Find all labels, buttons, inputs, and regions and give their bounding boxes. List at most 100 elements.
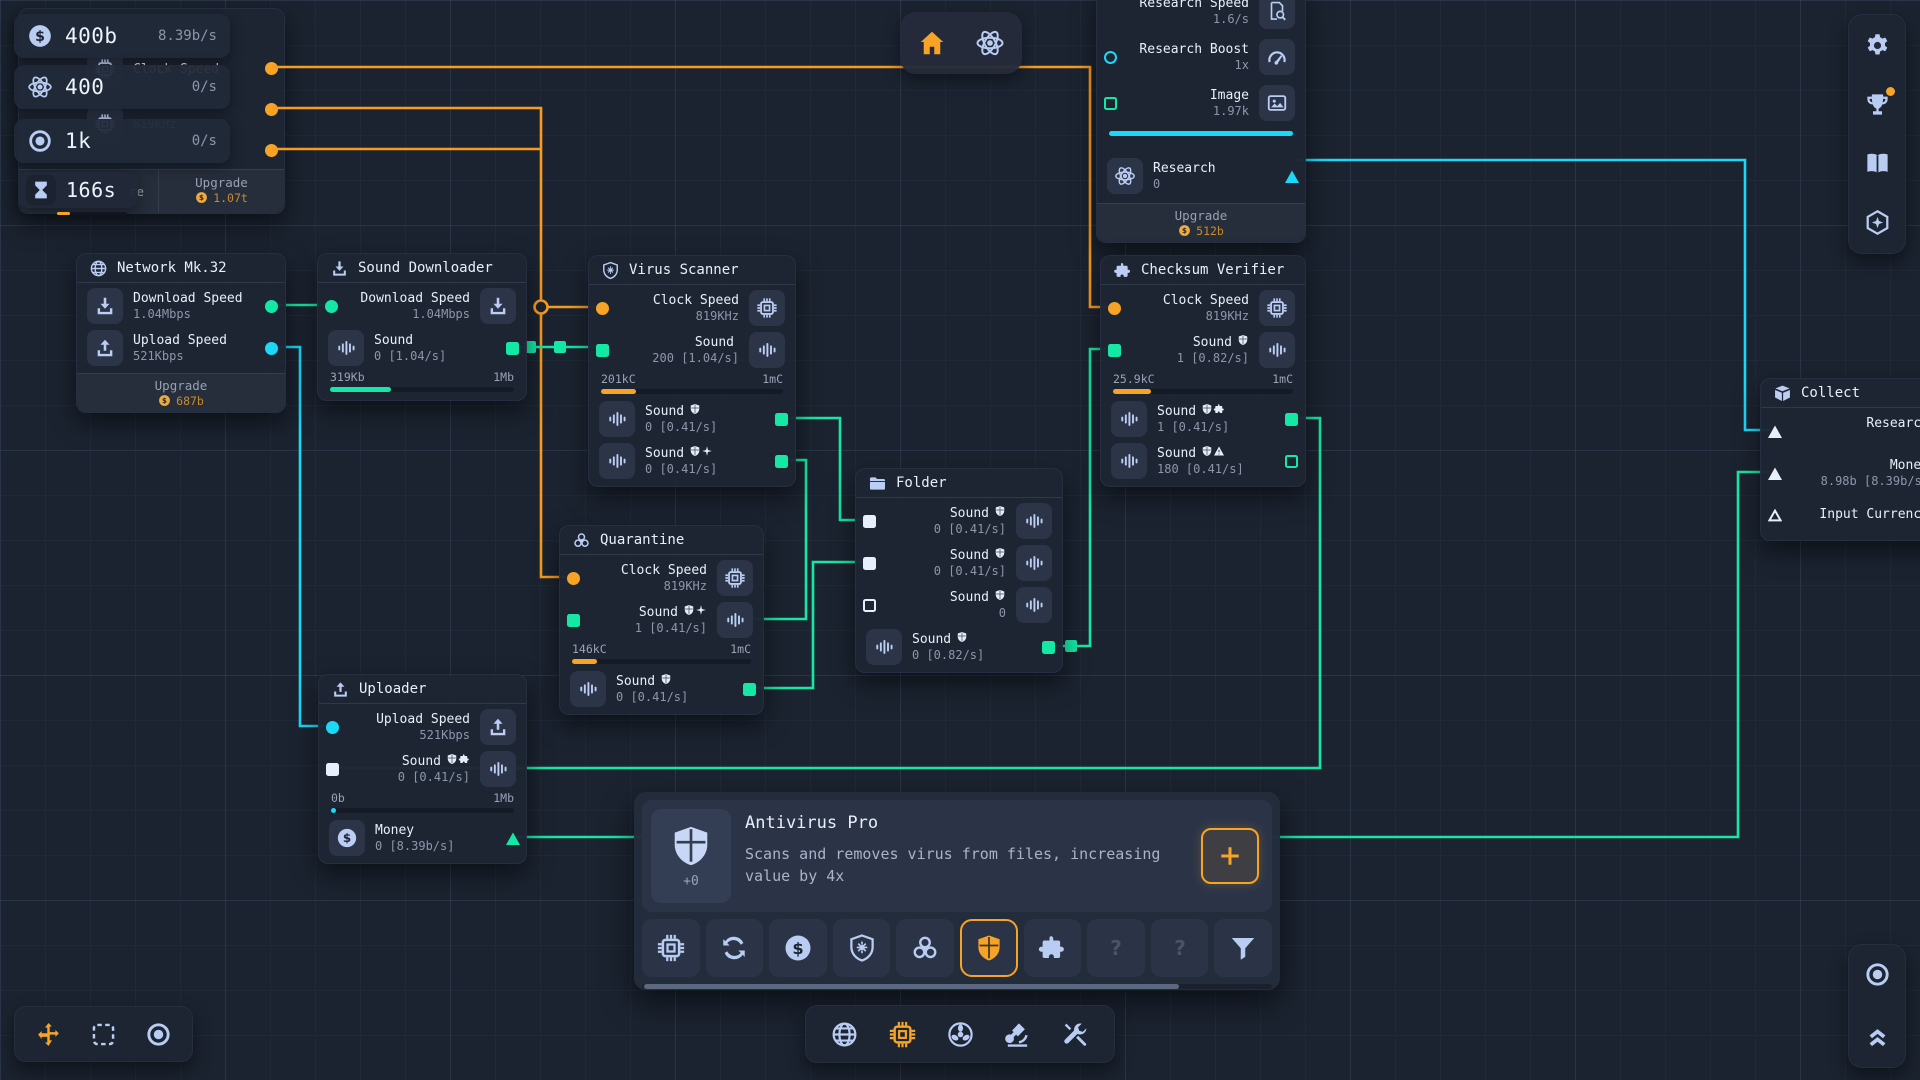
port-out-research[interactable] bbox=[1285, 170, 1298, 183]
encyclopedia-button[interactable] bbox=[1864, 150, 1891, 177]
row-label: Research bbox=[1153, 161, 1216, 177]
node-uploader[interactable]: Uploader Upload Speed 521Kbps Sound 0 [0… bbox=[318, 674, 527, 864]
prestige-button[interactable] bbox=[1864, 209, 1891, 236]
port-in-clock[interactable] bbox=[1108, 302, 1121, 315]
shop-slot-chip[interactable] bbox=[642, 919, 700, 977]
upgrade-button[interactable]: Upgrade $687b bbox=[77, 373, 285, 412]
node-virus-scanner[interactable]: Virus Scanner Clock Speed 819KHz Sound 2… bbox=[588, 255, 796, 487]
node-sound-downloader[interactable]: Sound Downloader Download Speed 1.04Mbps… bbox=[317, 253, 527, 401]
collapse-button[interactable] bbox=[1864, 1024, 1891, 1051]
resource-cores: 1k 0/s bbox=[14, 119, 230, 163]
node-quarantine[interactable]: Quarantine Clock Speed 819KHz Sound 1 [0… bbox=[559, 525, 764, 715]
port-out-orange[interactable] bbox=[265, 144, 278, 157]
shop-slot-virus-scanner[interactable] bbox=[833, 919, 891, 977]
port-in-sound[interactable] bbox=[326, 763, 339, 776]
port-in-download[interactable] bbox=[325, 300, 338, 313]
shop-slot-antivirus[interactable] bbox=[960, 919, 1018, 977]
shop-slot-money[interactable]: $ bbox=[769, 919, 827, 977]
focus-tool-button[interactable] bbox=[145, 1021, 172, 1048]
research-progress bbox=[1107, 126, 1295, 153]
shop-slot-locked[interactable]: ? bbox=[1151, 919, 1209, 977]
buffer-progress: 319Kb1Mb bbox=[328, 369, 516, 396]
settings-button[interactable] bbox=[1864, 32, 1891, 59]
port-out-orange[interactable] bbox=[265, 62, 278, 75]
port-in-sound[interactable] bbox=[567, 614, 580, 627]
port-in-sound[interactable] bbox=[1108, 344, 1121, 357]
home-button[interactable] bbox=[915, 26, 949, 60]
microscope-icon bbox=[1003, 1020, 1032, 1049]
gear-icon bbox=[1864, 32, 1891, 59]
port-out-sound[interactable] bbox=[506, 342, 519, 355]
row-label: Input Currency bbox=[1819, 507, 1920, 523]
port-out-sound-verified[interactable] bbox=[1285, 413, 1298, 426]
node-folder[interactable]: Folder Sound 0 [0.41/s] Sound 0 [0.41/s]… bbox=[855, 468, 1063, 673]
sound-input-row: Sound 1 [0.41/s] bbox=[570, 599, 753, 641]
node-collect[interactable]: Collect Research 0 Money 8.98b [8.39b/s]… bbox=[1760, 378, 1920, 541]
sound-icon bbox=[328, 330, 364, 366]
port-in-image[interactable] bbox=[1104, 97, 1117, 110]
node-network[interactable]: Network Mk.32 Download Speed 1.04Mbps Up… bbox=[76, 253, 286, 413]
port-out-sound-corrupt[interactable] bbox=[1285, 455, 1298, 468]
tab-network[interactable] bbox=[830, 1020, 859, 1049]
move-tool-button[interactable] bbox=[35, 1021, 62, 1048]
shop-slot-checksum[interactable] bbox=[1024, 919, 1082, 977]
port-in-sound-1[interactable] bbox=[863, 515, 876, 528]
port-out-sound[interactable] bbox=[1042, 641, 1055, 654]
shop-scrollbar[interactable] bbox=[642, 984, 1272, 989]
row-label: Sound bbox=[374, 333, 413, 349]
shield-icon bbox=[994, 547, 1006, 559]
port-out-download[interactable] bbox=[265, 300, 278, 313]
port-in-money[interactable] bbox=[1768, 467, 1781, 480]
port-in-sound-2[interactable] bbox=[863, 557, 876, 570]
port-out-sound-clean[interactable] bbox=[775, 413, 788, 426]
upgrade-price: 1.07t bbox=[213, 191, 248, 205]
sound-output-row: Sound 0 [1.04/s] bbox=[328, 327, 516, 369]
game-canvas[interactable]: Clock Speed 819KHz re Upgrade $1.07t bbox=[0, 0, 1920, 1080]
shield-icon bbox=[956, 631, 968, 643]
add-node-button[interactable] bbox=[1201, 828, 1259, 884]
sound-output-row: Sound 0 [0.41/s] bbox=[599, 440, 785, 482]
port-in-clock[interactable] bbox=[596, 302, 609, 315]
research-tab-button[interactable] bbox=[973, 26, 1007, 60]
port-out-sound[interactable] bbox=[743, 683, 756, 696]
sound-output-row: Sound 0 [0.82/s] bbox=[866, 626, 1052, 668]
port-out-sound-virus[interactable] bbox=[775, 455, 788, 468]
scrollbar-thumb[interactable] bbox=[644, 984, 1179, 989]
row-label: Image bbox=[1210, 88, 1249, 104]
svg-text:$: $ bbox=[35, 29, 45, 45]
shop-slot-refresh[interactable] bbox=[706, 919, 764, 977]
port-in-sound[interactable] bbox=[596, 344, 609, 357]
chip-icon bbox=[717, 560, 753, 596]
shop-slot-filter[interactable] bbox=[1214, 919, 1272, 977]
select-tool-button[interactable] bbox=[90, 1021, 117, 1048]
port-in-clock[interactable] bbox=[567, 572, 580, 585]
coin-dollar-icon: $ bbox=[195, 191, 208, 204]
shop-slot-locked[interactable]: ? bbox=[1087, 919, 1145, 977]
port-in-research[interactable] bbox=[1768, 425, 1781, 438]
port-out-orange[interactable] bbox=[265, 103, 278, 116]
cycle-progress: 146kC1mC bbox=[570, 641, 753, 668]
node-checksum-verifier[interactable]: Checksum Verifier Clock Speed 819KHz Sou… bbox=[1100, 255, 1306, 487]
shop-slot-quarantine[interactable] bbox=[896, 919, 954, 977]
port-in-upload[interactable] bbox=[326, 721, 339, 734]
badges bbox=[994, 589, 1006, 606]
center-view-button[interactable] bbox=[1864, 961, 1891, 988]
upgrade-button[interactable]: Upgrade $512b bbox=[1097, 203, 1305, 242]
port-out-money[interactable] bbox=[506, 832, 519, 845]
achievements-button[interactable] bbox=[1864, 91, 1891, 118]
row-label: Sound bbox=[639, 605, 678, 621]
port-out-upload[interactable] bbox=[265, 342, 278, 355]
atom-icon bbox=[1107, 158, 1143, 194]
tab-hardware[interactable] bbox=[888, 1020, 917, 1049]
upgrade-button[interactable]: Upgrade $1.07t bbox=[159, 170, 284, 213]
tab-tools[interactable] bbox=[1061, 1020, 1090, 1049]
port-in-sound-3[interactable] bbox=[863, 599, 876, 612]
row-value: 521Kbps bbox=[133, 349, 227, 364]
upload-icon bbox=[480, 709, 516, 745]
tab-research[interactable] bbox=[1003, 1020, 1032, 1049]
tab-cooling[interactable] bbox=[946, 1020, 975, 1049]
research-panel[interactable]: Research Speed 1.6/s Research Boost 1x I… bbox=[1096, 0, 1306, 243]
port-in-currency[interactable] bbox=[1768, 509, 1781, 522]
port-in-boost[interactable] bbox=[1104, 51, 1117, 64]
badges bbox=[956, 631, 968, 648]
